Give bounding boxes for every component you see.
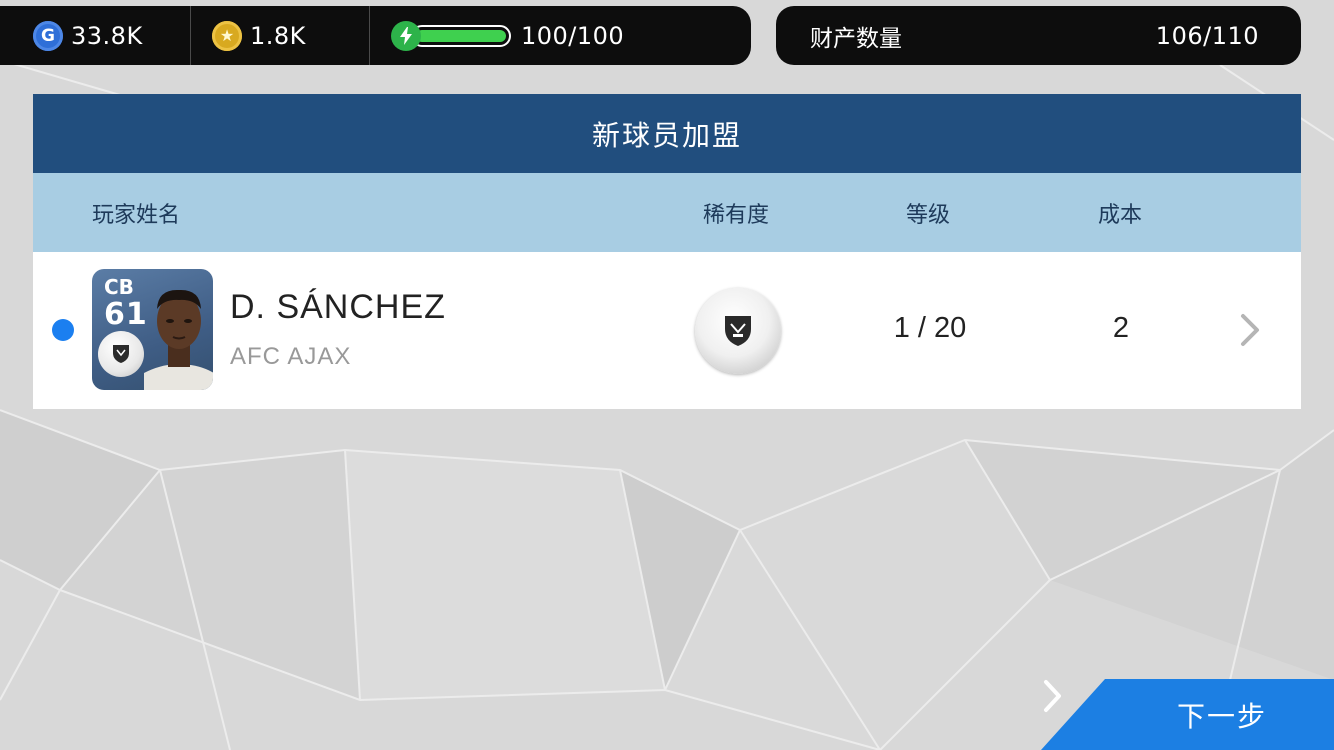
gp-value: 33.8K xyxy=(71,21,143,50)
player-portrait xyxy=(144,289,213,390)
gp-counter[interactable]: G 33.8K xyxy=(0,6,191,65)
column-header-rarity: 稀有度 xyxy=(703,203,770,228)
asset-count-bar[interactable]: 财产数量 106/110 xyxy=(776,6,1301,65)
player-row[interactable]: CB 61 D. SÁNCHEZ AFC AJAX 1 / 20 2 xyxy=(33,252,1301,409)
column-header-name: 玩家姓名 xyxy=(92,203,181,228)
player-position: CB xyxy=(104,275,134,299)
chevron-right-icon[interactable] xyxy=(1237,312,1261,348)
column-headers: 玩家姓名 稀有度 等级 成本 xyxy=(33,173,1301,252)
next-step-button[interactable]: 下一步 xyxy=(1041,679,1334,750)
energy-counter[interactable]: 100/100 xyxy=(370,6,751,65)
panel-title: 新球员加盟 xyxy=(33,94,1301,173)
star-coin-icon: ★ xyxy=(212,20,242,51)
energy-bar xyxy=(411,24,511,47)
player-club: AFC AJAX xyxy=(230,343,352,370)
player-cost: 2 xyxy=(1112,312,1130,344)
coin-value: 1.8K xyxy=(250,21,306,50)
player-card[interactable]: CB 61 xyxy=(92,269,213,390)
club-badge-icon xyxy=(98,331,144,377)
white-ball-rarity-icon xyxy=(695,288,781,374)
next-step-label: 下一步 xyxy=(1177,700,1268,733)
column-header-cost: 成本 xyxy=(1098,203,1143,228)
asset-count-value: 106/110 xyxy=(1155,21,1259,50)
column-header-level: 等级 xyxy=(906,203,951,228)
chevron-right-icon xyxy=(1044,680,1061,712)
lightning-icon xyxy=(391,20,421,51)
new-indicator-dot xyxy=(52,319,74,341)
player-level: 1 / 20 xyxy=(893,312,967,344)
player-rating: 61 xyxy=(104,297,148,332)
player-name: D. SÁNCHEZ xyxy=(230,288,446,326)
asset-count-label: 财产数量 xyxy=(810,25,902,52)
energy-bar-fill xyxy=(416,29,506,42)
energy-value: 100/100 xyxy=(521,21,625,50)
new-player-panel: 新球员加盟 玩家姓名 稀有度 等级 成本 CB 61 D. SÁNCHEZ AF xyxy=(33,94,1301,409)
resource-bar: G 33.8K ★ 1.8K 100/100 xyxy=(0,6,751,65)
gp-coin-icon: G xyxy=(33,20,63,51)
coin-counter[interactable]: ★ 1.8K xyxy=(191,6,370,65)
